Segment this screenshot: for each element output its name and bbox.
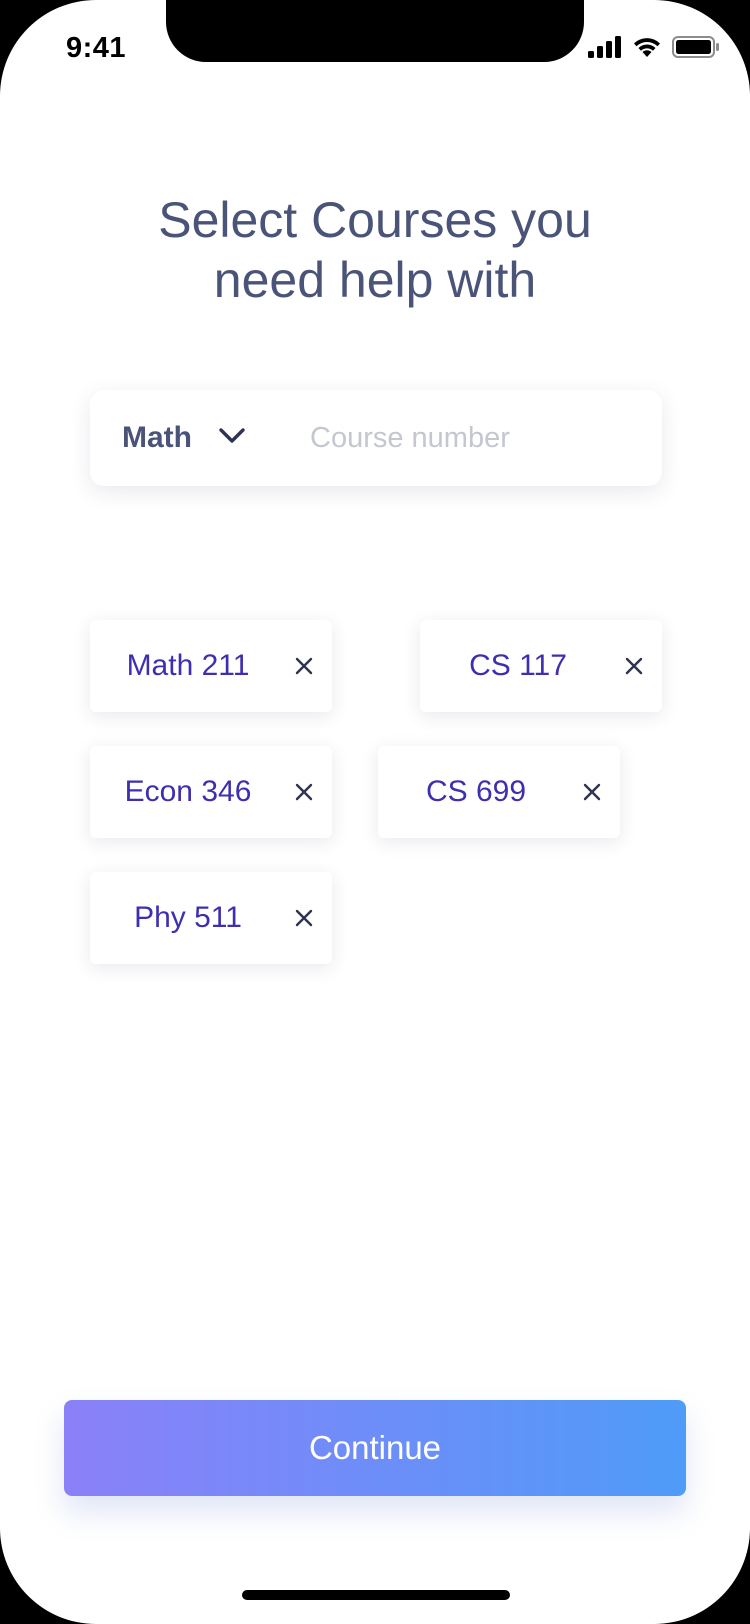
status-time: 9:41 bbox=[66, 32, 127, 64]
signal-icon bbox=[588, 36, 622, 63]
close-icon[interactable] bbox=[288, 902, 320, 934]
course-chip: CS 699 bbox=[378, 746, 620, 838]
course-chip-label: Econ 346 bbox=[124, 775, 252, 808]
course-chip: Phy 511 bbox=[90, 872, 332, 964]
course-number-input[interactable] bbox=[310, 412, 640, 464]
phone-screen: 9:41 Select Courses you need help with M… bbox=[0, 0, 750, 1624]
status-icons bbox=[588, 36, 720, 63]
course-chip: Math 211 bbox=[90, 620, 332, 712]
course-chip-label: CS 699 bbox=[425, 775, 527, 808]
continue-button[interactable]: Continue bbox=[64, 1400, 686, 1496]
course-chip-label: CS 117 bbox=[469, 649, 567, 682]
battery-icon bbox=[672, 36, 720, 63]
course-chip: CS 117 bbox=[420, 620, 662, 712]
subject-dropdown[interactable]: Math bbox=[122, 390, 246, 486]
subject-dropdown-value: Math bbox=[122, 421, 192, 454]
close-icon[interactable] bbox=[618, 650, 650, 682]
home-indicator[interactable] bbox=[242, 1590, 510, 1600]
chevron-down-icon bbox=[218, 427, 246, 450]
course-chip-label: Math 211 bbox=[126, 649, 250, 682]
close-icon[interactable] bbox=[576, 776, 608, 808]
course-chip-label: Phy 511 bbox=[134, 901, 242, 934]
page-title-line-2: need help with bbox=[213, 252, 537, 308]
page-title: Select Courses you need help with bbox=[0, 190, 750, 310]
device-notch bbox=[166, 0, 584, 62]
course-chip: Econ 346 bbox=[90, 746, 332, 838]
wifi-icon bbox=[632, 36, 662, 63]
close-icon[interactable] bbox=[288, 776, 320, 808]
page-title-line-1: Select Courses you bbox=[158, 192, 592, 248]
close-icon[interactable] bbox=[288, 650, 320, 682]
course-search-box: Math bbox=[90, 390, 662, 486]
